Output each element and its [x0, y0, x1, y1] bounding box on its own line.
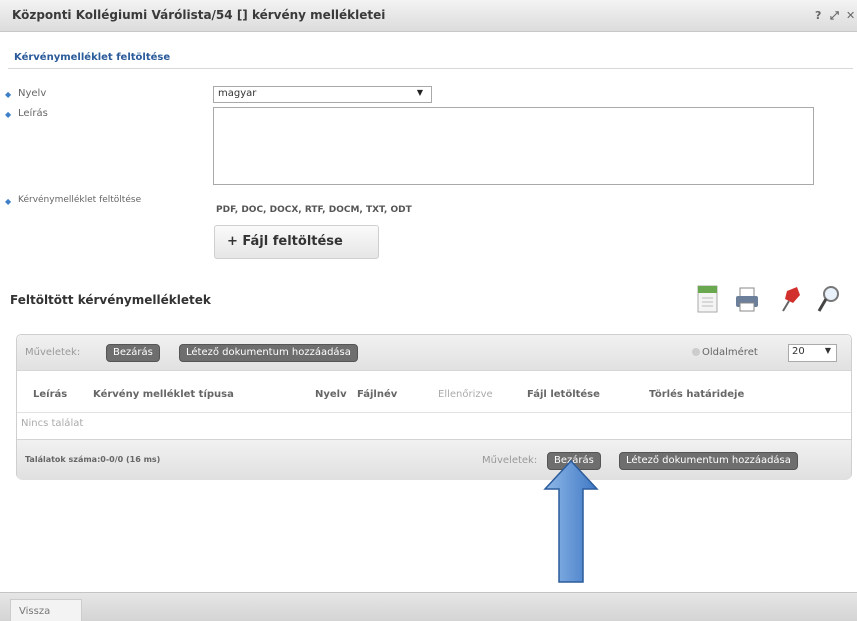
- result-count: Találatok száma:0-0/0 (16 ms): [25, 455, 161, 464]
- row-divider: [17, 412, 851, 413]
- column-header[interactable]: Fájl letöltése: [527, 389, 600, 400]
- close-icon[interactable]: ✕: [846, 9, 855, 22]
- bullet-icon: ◆: [5, 90, 12, 99]
- page-size-value: 20: [792, 346, 805, 357]
- print-icon[interactable]: [733, 283, 761, 315]
- column-header[interactable]: Ellenőrizve: [438, 389, 493, 400]
- grid-title: Feltöltött kérvénymellékletek: [10, 293, 211, 307]
- footer-operations-label: Műveletek:: [482, 455, 538, 466]
- export-icon[interactable]: [694, 283, 722, 315]
- empty-message: Nincs találat: [21, 418, 84, 429]
- language-select[interactable]: magyar ▼: [213, 86, 432, 103]
- grid-toolbar: Műveletek: Bezárás Létező dokumentum hoz…: [17, 335, 851, 371]
- description-label: Leírás: [18, 108, 48, 119]
- grid-footer: Találatok száma:0-0/0 (16 ms) Műveletek:…: [17, 439, 851, 480]
- language-label: Nyelv: [18, 88, 47, 99]
- bottom-bar: Vissza: [0, 592, 857, 621]
- allowed-formats: PDF, DOC, DOCX, RTF, DOCM, TXT, ODT: [216, 205, 412, 215]
- column-header[interactable]: Fájlnév: [357, 389, 397, 400]
- description-textarea[interactable]: [213, 107, 814, 185]
- column-header[interactable]: Nyelv: [315, 389, 347, 400]
- page-size-select[interactable]: 20 ▼: [788, 344, 837, 362]
- upload-section-title: Kérvénymelléklet feltöltése: [14, 52, 171, 63]
- annotation-arrow: [543, 459, 599, 583]
- pin-icon[interactable]: [775, 283, 803, 315]
- help-icon[interactable]: ?: [815, 9, 821, 22]
- footer-add-existing-document-button[interactable]: Létező dokumentum hozzáadása: [619, 452, 798, 470]
- window-title: Központi Kollégiumi Várólista/54 [] kérv…: [12, 8, 386, 22]
- file-upload-button[interactable]: + Fájl feltöltése: [214, 225, 379, 259]
- upload-label: Kérvénymelléklet feltöltése: [18, 195, 142, 205]
- close-button[interactable]: Bezárás: [106, 344, 160, 362]
- column-header[interactable]: Törlés határideje: [649, 389, 744, 400]
- chevron-down-icon: ▼: [824, 346, 831, 355]
- info-icon: [692, 348, 700, 356]
- section-divider: [8, 68, 853, 69]
- chevron-down-icon: ▼: [416, 88, 423, 97]
- add-existing-document-button[interactable]: Létező dokumentum hozzáadása: [179, 344, 358, 362]
- column-header[interactable]: Kérvény melléklet típusa: [93, 389, 234, 400]
- search-icon[interactable]: [814, 283, 842, 315]
- window-titlebar: Központi Kollégiumi Várólista/54 [] kérv…: [0, 0, 857, 32]
- bullet-icon: ◆: [5, 197, 12, 206]
- back-button[interactable]: Vissza: [10, 599, 82, 621]
- column-header[interactable]: Leírás: [33, 389, 67, 400]
- attachments-grid: Műveletek: Bezárás Létező dokumentum hoz…: [16, 334, 852, 480]
- bullet-icon: ◆: [5, 110, 12, 119]
- language-select-value: magyar: [218, 88, 257, 99]
- operations-label: Műveletek:: [25, 347, 81, 358]
- expand-icon[interactable]: ⤢: [830, 9, 839, 23]
- page-size-label: Oldalméret: [702, 347, 758, 358]
